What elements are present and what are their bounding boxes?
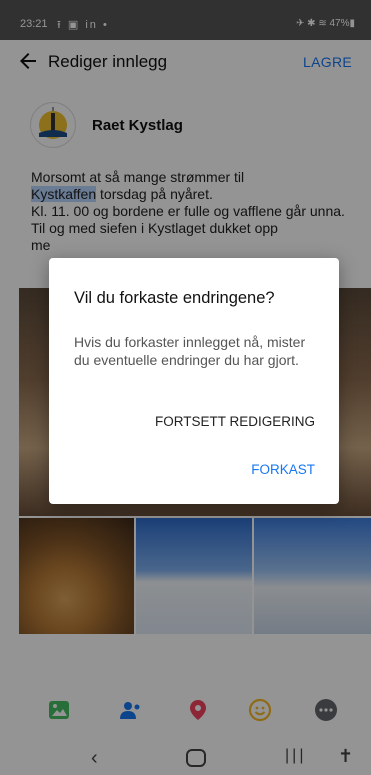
discard-button[interactable]: FORKAST [251, 462, 315, 477]
continue-editing-button[interactable]: FORTSETT REDIGERING [155, 414, 315, 429]
discard-changes-dialog: Vil du forkaste endringene? Hvis du fork… [49, 258, 339, 504]
dialog-message: Hvis du forkaster innlegget nå, mister d… [74, 334, 306, 368]
screen: 23:21 ⭱ ▣ in • ✈ ✱ ≋ 47%▮ Rediger innleg… [0, 0, 371, 775]
dialog-title: Vil du forkaste endringene? [74, 289, 275, 307]
